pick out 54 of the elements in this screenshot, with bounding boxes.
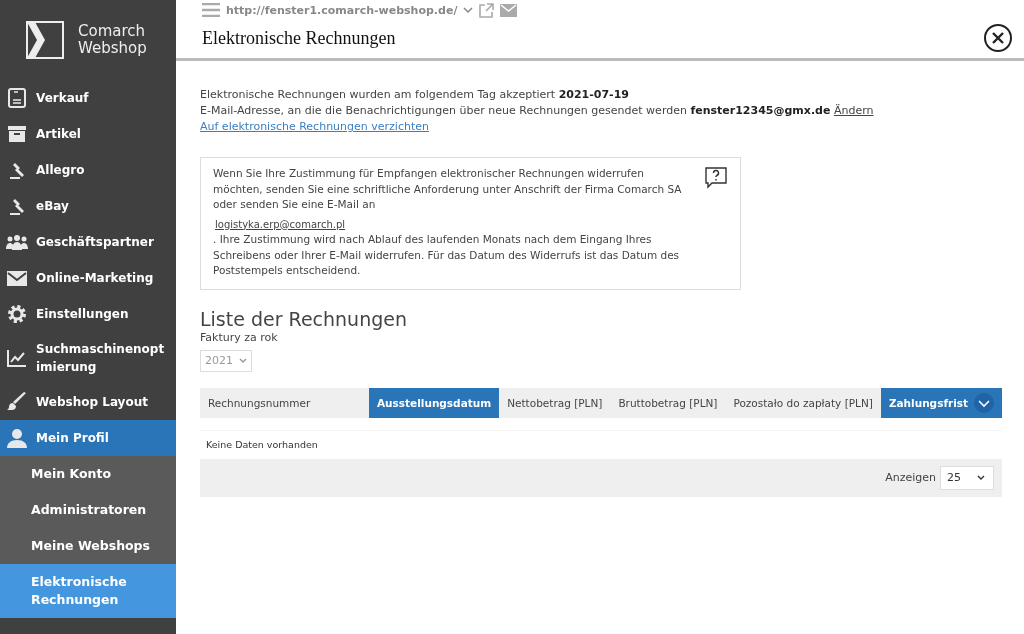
notice-text: . Ihre Zustimmung wird nach Ablauf des laufenden Monats nach dem Eingang Ihres Schreibens oder Ihrer E-Mail widerrufen. Für das Datum des Widerrufs ist das Datum des Poststempels entscheidend. (213, 232, 681, 278)
column-header[interactable]: Rechnungsnummer (200, 387, 369, 418)
sidebar-item[interactable]: Online-Marketing (0, 260, 176, 296)
logo-icon (26, 21, 64, 59)
opt-out-link[interactable]: Auf elektronische Rechnungen verzichten (200, 120, 429, 133)
logo-text: Webshop (78, 40, 147, 57)
gavel-icon (7, 160, 27, 180)
column-header[interactable]: Bruttobetrag [PLN] (610, 387, 726, 418)
sidebar-item[interactable]: Mein Profil (0, 420, 176, 456)
page-size-select[interactable]: 25 (940, 465, 994, 490)
box-icon (8, 126, 26, 142)
logo-text: Comarch (78, 23, 147, 40)
column-header[interactable]: Zahlungsfrist (880, 387, 1002, 418)
column-header[interactable]: Pozostało do zapłaty [PLN] (725, 387, 881, 418)
acceptance-text: Elektronische Rechnungen wurden am folgendem Tag akzeptiert 2021-07-19 (200, 87, 630, 103)
url-text: http://fenster1.comarch-webshop.de/ (226, 3, 458, 17)
empty-message: Keine Daten vorhanden (200, 429, 1002, 459)
line-chart-icon (7, 349, 27, 367)
menu-icon[interactable] (202, 3, 220, 17)
people-icon (6, 234, 28, 250)
sidebar-item[interactable]: Einstellungen (0, 296, 176, 332)
change-link[interactable]: Ändern (833, 104, 874, 117)
page-title: Elektronische Rechnungen (202, 27, 396, 49)
sidebar-item[interactable]: Geschäftspartner (0, 224, 176, 260)
sidebar-item[interactable]: Allegro (0, 152, 176, 188)
sidebar-item[interactable]: Webshop Layout (0, 384, 176, 420)
sidebar-item[interactable]: Suchmaschinenoptimierung (0, 332, 176, 384)
sidebar-subitem[interactable]: Mein Konto (0, 456, 176, 492)
help-bubble-icon[interactable] (704, 167, 728, 189)
page-size-label: Anzeigen (885, 469, 936, 486)
external-link-icon[interactable] (479, 2, 495, 18)
year-label: Faktury za rok (200, 329, 279, 346)
sidebar-item[interactable]: eBay (0, 188, 176, 224)
column-header[interactable]: Nettobetrag [PLN] (499, 387, 611, 418)
sidebar-subitem[interactable]: Administratoren (0, 492, 176, 528)
sidebar-item[interactable]: Artikel (0, 116, 176, 152)
close-icon[interactable] (991, 31, 1005, 45)
gavel-icon (7, 196, 27, 216)
close-button[interactable] (984, 24, 1012, 52)
envelope-icon[interactable] (500, 3, 518, 17)
dropdown-icon (974, 392, 994, 413)
section-heading: Liste der Rechnungen (200, 307, 408, 330)
notice-text: Wenn Sie Ihre Zustimmung für Empfangen elektronischer Rechnungen widerrufen möchten, senden Sie eine schriftliche Anforderung unter Anschrift der Firma Comarch SA oder senden Sie eine E-Mail an (213, 166, 683, 212)
email-text: E-Mail-Adresse, an die die Benachrichtigungen über neue Rechnungen gesendet werden fenster12345@gmx.de Ändern (200, 103, 875, 119)
sidebar-subitem[interactable]: Meine Webshops (0, 528, 176, 564)
invoice-icon (8, 88, 26, 108)
column-header[interactable]: Ausstellungsdatum (368, 387, 500, 418)
gear-icon (7, 304, 27, 324)
envelope-icon (7, 270, 27, 286)
brush-icon (7, 392, 27, 412)
chevron-down-icon[interactable] (975, 474, 987, 481)
sidebar-item[interactable]: Verkauf (0, 80, 176, 116)
user-icon (7, 428, 27, 448)
email-link[interactable]: logistyka.erp@comarch.pl (215, 216, 346, 232)
